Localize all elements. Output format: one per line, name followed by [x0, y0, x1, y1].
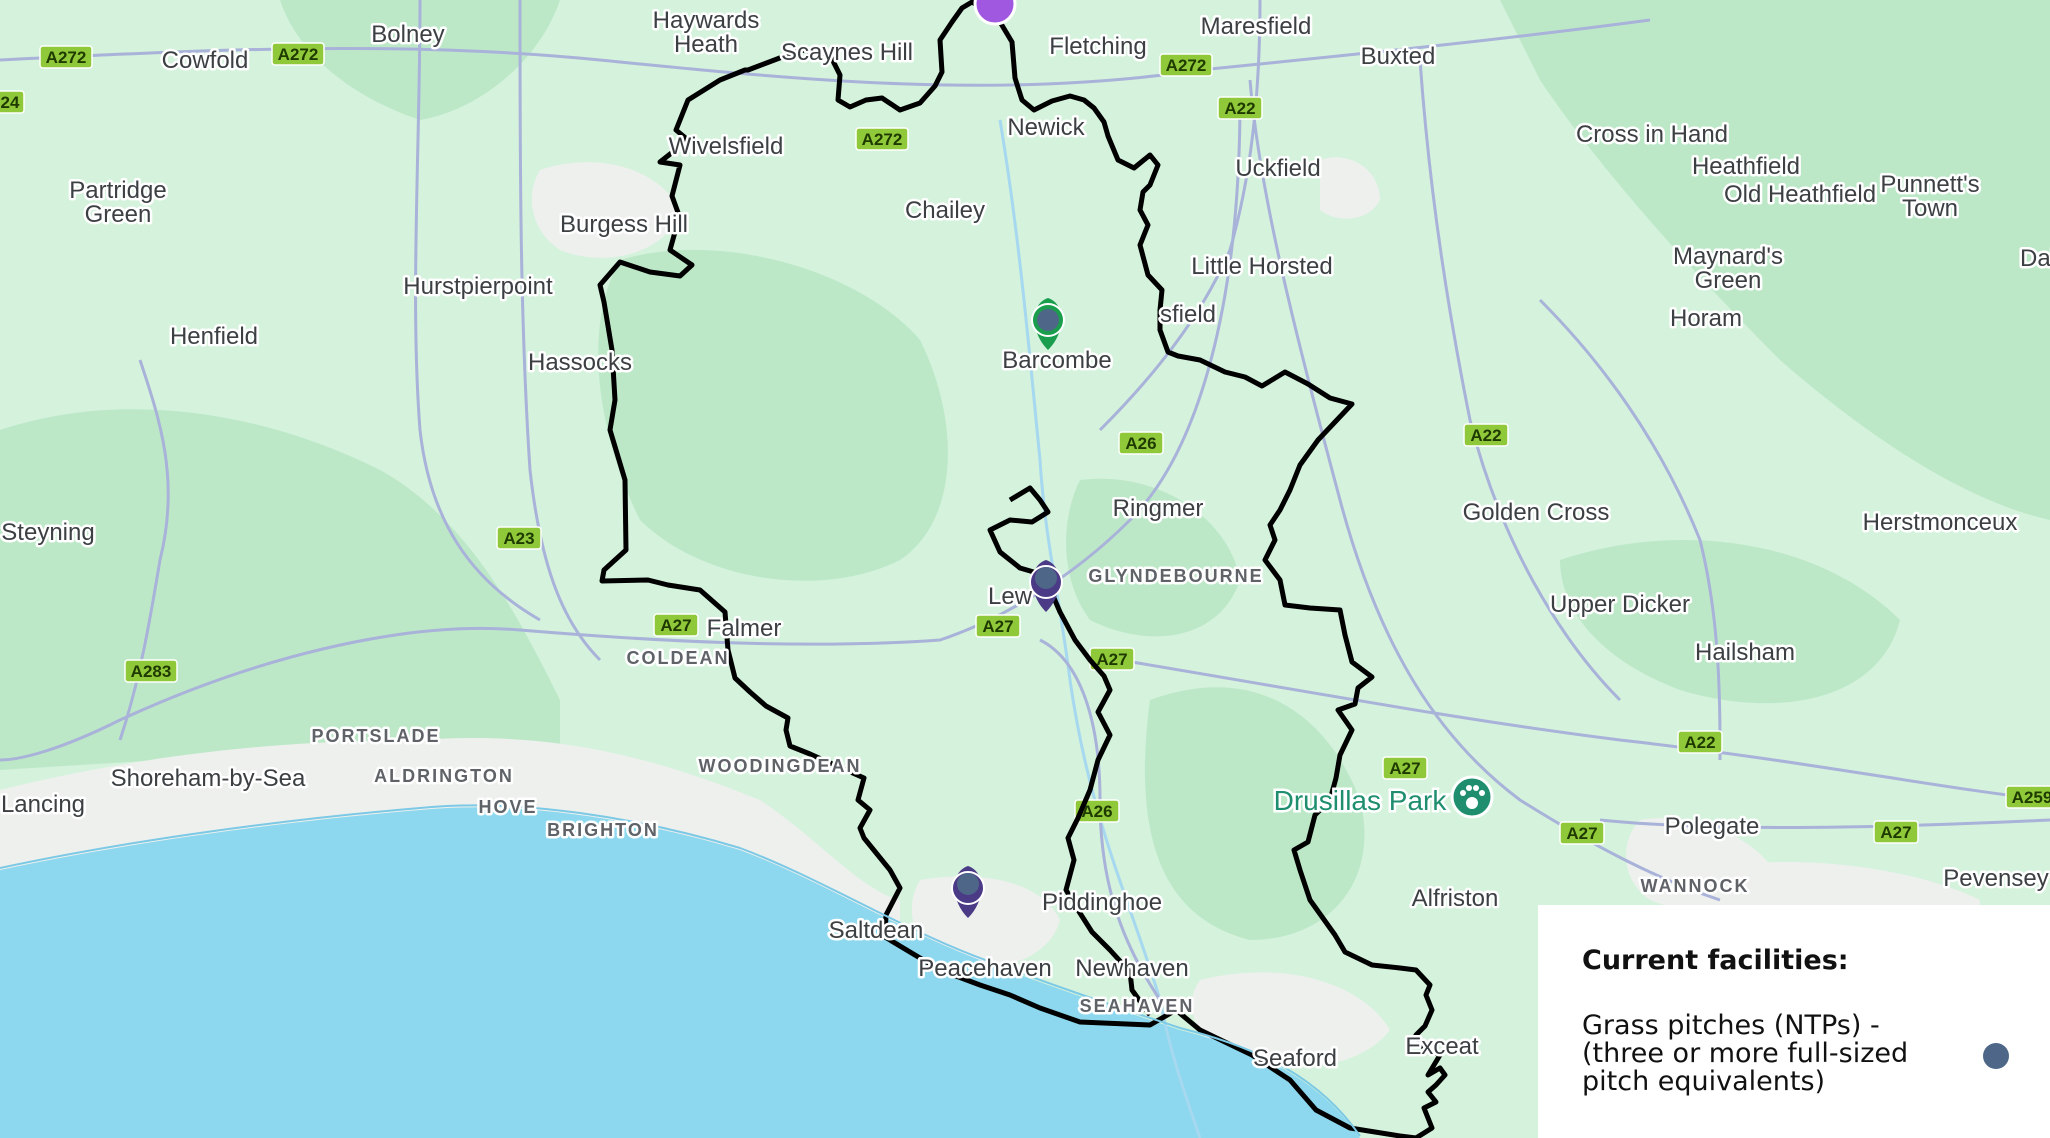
- place-label: Green: [1695, 267, 1762, 294]
- place-label: Cross in Hand: [1576, 121, 1728, 148]
- road-badge-a272-cowfold: A272: [271, 42, 325, 66]
- place-label: Haywards: [653, 7, 760, 34]
- place-label: Cowfold: [162, 47, 249, 74]
- place-label: Little Horsted: [1191, 253, 1332, 280]
- road-badge-a272-maresfield: A272: [1159, 53, 1213, 77]
- district-label: ALDRINGTON: [374, 766, 514, 786]
- place-label: Golden Cross: [1463, 499, 1610, 526]
- place-label: Burgess Hill: [560, 211, 688, 238]
- road-badge-a272-w: A272: [39, 45, 93, 69]
- place-label: Saltdean: [829, 917, 924, 944]
- place-label: Exceat: [1405, 1033, 1479, 1060]
- place-label: Pevensey: [1943, 865, 2048, 892]
- district-label: PORTSLADE: [311, 726, 440, 746]
- place-label: Town: [1902, 195, 1958, 222]
- place-label: Punnett's: [1880, 171, 1979, 198]
- place-label: Bolney: [371, 21, 444, 48]
- place-label: Hassocks: [528, 349, 632, 376]
- place-label: Maynard's: [1673, 243, 1783, 270]
- map-view[interactable]: A272 A272 A272 A272 A22 A22 A22 A26 A26 …: [0, 0, 2050, 1138]
- place-label: Newick: [1007, 114, 1085, 141]
- road-badge-label: A27: [1389, 759, 1420, 778]
- place-label: Piddinghoe: [1042, 889, 1162, 916]
- road-badge-a22-hailsham: A22: [1677, 730, 1723, 754]
- road-badge-label: A26: [1125, 434, 1156, 453]
- road-badge-label: 24: [1, 93, 20, 112]
- place-label: Chailey: [905, 197, 985, 224]
- road-badge-a272-chailey: A272: [855, 127, 909, 151]
- road-badge-label: A272: [862, 130, 903, 149]
- place-label: Hailsham: [1695, 639, 1795, 666]
- district-label: BRIGHTON: [547, 820, 659, 840]
- legend-title: Current facilities:: [1582, 945, 1849, 976]
- place-label: Seaford: [1253, 1045, 1337, 1072]
- legend-panel: Current facilities: Grass pitches (NTPs)…: [1538, 905, 2050, 1138]
- legend-item-label: Grass pitches (NTPs) - (three or more fu…: [1582, 1010, 1909, 1097]
- place-label: Wivelsfield: [669, 133, 784, 160]
- place-label: Buxted: [1361, 43, 1436, 70]
- road-badge-label: A272: [278, 45, 319, 64]
- poi-label: Drusillas Park: [1274, 785, 1448, 816]
- place-label: Lew: [988, 583, 1033, 610]
- place-label: Polegate: [1665, 813, 1760, 840]
- place-label: Lancing: [1, 791, 85, 818]
- road-badge-a23: A23: [496, 526, 542, 550]
- district-label: HOVE: [478, 797, 537, 817]
- road-badge-label: A27: [1096, 650, 1127, 669]
- road-badge-label: A27: [1566, 824, 1597, 843]
- district-label: SEAHAVEN: [1080, 996, 1195, 1016]
- place-label: Alfriston: [1412, 885, 1499, 912]
- road-badge-label: A272: [1166, 56, 1207, 75]
- place-label: Peacehaven: [918, 955, 1051, 982]
- place-label: Steyning: [1, 519, 94, 546]
- road-badge-a27-drusillas: A27: [1382, 756, 1428, 780]
- road-badge-label: A22: [1684, 733, 1715, 752]
- road-badge-label: A27: [660, 616, 691, 635]
- district-label: WOODINGDEAN: [699, 756, 862, 776]
- place-label: sfield: [1160, 301, 1216, 328]
- road-badge-a22-golden: A22: [1463, 423, 1509, 447]
- place-label: Ringmer: [1113, 495, 1204, 522]
- road-badge-a27-lewes: A27: [975, 614, 1021, 638]
- road-badge-label: A27: [982, 617, 1013, 636]
- place-label: Horam: [1670, 305, 1742, 332]
- road-badge-label: A272: [46, 48, 87, 67]
- place-label: Maresfield: [1201, 13, 1312, 40]
- place-label: Falmer: [707, 615, 782, 642]
- road-badge-label: A259: [2012, 788, 2050, 807]
- place-label: Herstmonceux: [1863, 509, 2018, 536]
- place-label: Dalling: [2020, 245, 2050, 272]
- road-badge-label: A27: [1880, 823, 1911, 842]
- road-badge-label: A22: [1470, 426, 1501, 445]
- road-badge-a26-ringmer: A26: [1118, 431, 1164, 455]
- place-label: Uckfield: [1235, 155, 1320, 182]
- road-badge-a283: A283: [124, 659, 178, 683]
- road-badge-a27-polegate: A27: [1559, 821, 1605, 845]
- road-badge-label: A22: [1224, 99, 1255, 118]
- legend-swatch: [1983, 1043, 2009, 1069]
- place-label: Newhaven: [1075, 955, 1188, 982]
- place-label: Henfield: [170, 323, 258, 350]
- district-label: COLDEAN: [627, 648, 730, 668]
- place-label: Scaynes Hill: [781, 39, 913, 66]
- place-label: Shoreham-by-Sea: [111, 765, 306, 792]
- road-badge-a24: 24: [0, 90, 25, 114]
- place-label: Barcombe: [1002, 347, 1111, 374]
- place-label: Old Heathfield: [1724, 181, 1876, 208]
- district-label: GLYNDEBOURNE: [1088, 566, 1263, 586]
- road-badge-label: A23: [503, 529, 534, 548]
- place-label: Fletching: [1049, 33, 1146, 60]
- place-label: Upper Dicker: [1550, 591, 1690, 618]
- district-label: WANNOCK: [1641, 876, 1750, 896]
- road-badge-a27-falmer: A27: [653, 613, 699, 637]
- place-label: Hurstpierpoint: [403, 273, 553, 300]
- road-badge-a22-uckfield: A22: [1217, 96, 1263, 120]
- place-label: Green: [85, 201, 152, 228]
- place-label: Heath: [674, 31, 738, 58]
- road-badge-a27-east: A27: [1873, 820, 1919, 844]
- road-badge-label: A283: [131, 662, 172, 681]
- place-label: Partridge: [69, 177, 166, 204]
- road-badge-a259: A259: [2005, 785, 2050, 809]
- place-label: Heathfield: [1692, 153, 1800, 180]
